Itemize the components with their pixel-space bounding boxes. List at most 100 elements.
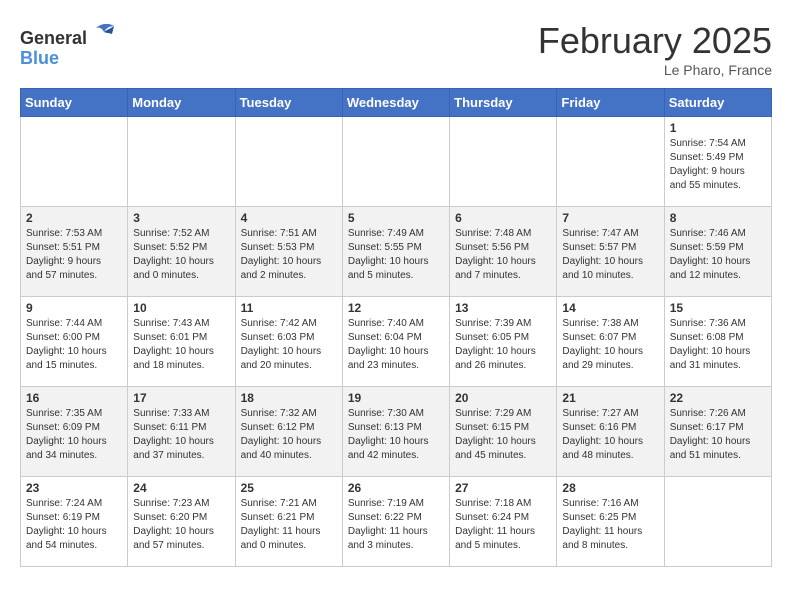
weekday-header-wednesday: Wednesday [342, 89, 449, 117]
day-number: 12 [348, 301, 444, 315]
day-number: 8 [670, 211, 766, 225]
day-info: Sunrise: 7:35 AM Sunset: 6:09 PM Dayligh… [26, 407, 122, 463]
calendar-cell: 20Sunrise: 7:29 AM Sunset: 6:15 PM Dayli… [450, 387, 557, 477]
calendar-cell: 11 Sunrise: 7:42 AM Sunset: 6:03 PM Dayli… [235, 297, 342, 387]
calendar-cell: 1 Sunrise: 7:54 AM Sunset: 5:49 PM Daylig… [664, 117, 771, 207]
day-number: 17 [133, 391, 229, 405]
day-info: Sunrise: 7:52 AM Sunset: 5:52 PM Dayligh… [133, 227, 229, 283]
calendar-cell: 28Sunrise: 7:16 AM Sunset: 6:25 PM Dayli… [557, 477, 664, 567]
day-info: Sunrise: 7:42 AM Sunset: 6:03 PM Dayligh… [241, 317, 337, 373]
calendar-cell [664, 477, 771, 567]
day-number: 5 [348, 211, 444, 225]
calendar-cell [21, 117, 128, 207]
title-area: February 2025 Le Pharo, France [538, 20, 772, 78]
weekday-header-tuesday: Tuesday [235, 89, 342, 117]
day-info: Sunrise: 7:32 AM Sunset: 6:12 PM Dayligh… [241, 407, 337, 463]
day-number: 6 [455, 211, 551, 225]
day-info: Sunrise: 7:53 AM Sunset: 5:51 PM Dayligh… [26, 227, 122, 283]
day-info: Sunrise: 7:40 AM Sunset: 6:04 PM Dayligh… [348, 317, 444, 373]
calendar-cell [235, 117, 342, 207]
calendar-week-row: 16 Sunrise: 7:35 AM Sunset: 6:09 PM Dayli… [21, 387, 772, 477]
calendar-cell: 27 Sunrise: 7:18 AM Sunset: 6:24 PM Dayli… [450, 477, 557, 567]
day-info: Sunrise: 7:18 AM Sunset: 6:24 PM Dayligh… [455, 497, 551, 553]
day-number: 15 [670, 301, 766, 315]
calendar-cell: 14Sunrise: 7:38 AM Sunset: 6:07 PM Dayli… [557, 297, 664, 387]
day-info: Sunrise: 7:39 AM Sunset: 6:05 PM Dayligh… [455, 317, 551, 373]
day-info: Sunrise: 7:29 AM Sunset: 6:15 PM Dayligh… [455, 407, 551, 463]
calendar-cell: 5 Sunrise: 7:49 AM Sunset: 5:55 PM Daylig… [342, 207, 449, 297]
day-info: Sunrise: 7:27 AM Sunset: 6:16 PM Dayligh… [562, 407, 658, 463]
day-number: 4 [241, 211, 337, 225]
weekday-header-row: SundayMondayTuesdayWednesdayThursdayFrid… [21, 89, 772, 117]
calendar-cell: 19 Sunrise: 7:30 AM Sunset: 6:13 PM Dayli… [342, 387, 449, 477]
day-number: 10 [133, 301, 229, 315]
weekday-header-thursday: Thursday [450, 89, 557, 117]
day-info: Sunrise: 7:49 AM Sunset: 5:55 PM Dayligh… [348, 227, 444, 283]
day-number: 28 [562, 481, 658, 495]
weekday-header-sunday: Sunday [21, 89, 128, 117]
calendar-table: SundayMondayTuesdayWednesdayThursdayFrid… [20, 88, 772, 567]
day-info: Sunrise: 7:24 AM Sunset: 6:19 PM Dayligh… [26, 497, 122, 553]
calendar-cell: 22 Sunrise: 7:26 AM Sunset: 6:17 PM Dayli… [664, 387, 771, 477]
day-info: Sunrise: 7:30 AM Sunset: 6:13 PM Dayligh… [348, 407, 444, 463]
day-number: 26 [348, 481, 444, 495]
day-number: 23 [26, 481, 122, 495]
calendar-cell: 15 Sunrise: 7:36 AM Sunset: 6:08 PM Dayli… [664, 297, 771, 387]
location-subtitle: Le Pharo, France [538, 62, 772, 78]
calendar-cell: 4 Sunrise: 7:51 AM Sunset: 5:53 PM Daylig… [235, 207, 342, 297]
day-number: 19 [348, 391, 444, 405]
calendar-cell: 2 Sunrise: 7:53 AM Sunset: 5:51 PM Daylig… [21, 207, 128, 297]
weekday-header-friday: Friday [557, 89, 664, 117]
page-header: General Blue February 2025 Le Pharo, Fra… [20, 20, 772, 78]
day-number: 11 [241, 301, 337, 315]
calendar-cell: 26 Sunrise: 7:19 AM Sunset: 6:22 PM Dayli… [342, 477, 449, 567]
day-info: Sunrise: 7:26 AM Sunset: 6:17 PM Dayligh… [670, 407, 766, 463]
day-number: 7 [562, 211, 658, 225]
day-info: Sunrise: 7:19 AM Sunset: 6:22 PM Dayligh… [348, 497, 444, 553]
day-info: Sunrise: 7:48 AM Sunset: 5:56 PM Dayligh… [455, 227, 551, 283]
logo-general: General [20, 28, 87, 48]
logo: General Blue [20, 20, 118, 69]
day-info: Sunrise: 7:21 AM Sunset: 6:21 PM Dayligh… [241, 497, 337, 553]
weekday-header-saturday: Saturday [664, 89, 771, 117]
day-info: Sunrise: 7:47 AM Sunset: 5:57 PM Dayligh… [562, 227, 658, 283]
calendar-cell: 13 Sunrise: 7:39 AM Sunset: 6:05 PM Dayli… [450, 297, 557, 387]
calendar-cell: 25Sunrise: 7:21 AM Sunset: 6:21 PM Dayli… [235, 477, 342, 567]
day-number: 24 [133, 481, 229, 495]
calendar-week-row: 2 Sunrise: 7:53 AM Sunset: 5:51 PM Daylig… [21, 207, 772, 297]
day-number: 22 [670, 391, 766, 405]
day-number: 18 [241, 391, 337, 405]
calendar-cell [557, 117, 664, 207]
calendar-cell: 9 Sunrise: 7:44 AM Sunset: 6:00 PM Daylig… [21, 297, 128, 387]
calendar-cell [450, 117, 557, 207]
calendar-cell [128, 117, 235, 207]
day-info: Sunrise: 7:51 AM Sunset: 5:53 PM Dayligh… [241, 227, 337, 283]
calendar-cell: 3 Sunrise: 7:52 AM Sunset: 5:52 PM Daylig… [128, 207, 235, 297]
day-number: 1 [670, 121, 766, 135]
calendar-cell: 6 Sunrise: 7:48 AM Sunset: 5:56 PM Daylig… [450, 207, 557, 297]
day-number: 27 [455, 481, 551, 495]
logo-blue: Blue [20, 48, 59, 68]
day-info: Sunrise: 7:44 AM Sunset: 6:00 PM Dayligh… [26, 317, 122, 373]
day-info: Sunrise: 7:46 AM Sunset: 5:59 PM Dayligh… [670, 227, 766, 283]
day-info: Sunrise: 7:23 AM Sunset: 6:20 PM Dayligh… [133, 497, 229, 553]
day-number: 9 [26, 301, 122, 315]
day-number: 2 [26, 211, 122, 225]
month-title: February 2025 [538, 20, 772, 62]
day-info: Sunrise: 7:54 AM Sunset: 5:49 PM Dayligh… [670, 137, 766, 193]
calendar-cell: 7 Sunrise: 7:47 AM Sunset: 5:57 PM Daylig… [557, 207, 664, 297]
calendar-cell: 12 Sunrise: 7:40 AM Sunset: 6:04 PM Dayli… [342, 297, 449, 387]
calendar-week-row: 1 Sunrise: 7:54 AM Sunset: 5:49 PM Daylig… [21, 117, 772, 207]
calendar-cell: 16 Sunrise: 7:35 AM Sunset: 6:09 PM Dayli… [21, 387, 128, 477]
calendar-week-row: 23 Sunrise: 7:24 AM Sunset: 6:19 PM Dayli… [21, 477, 772, 567]
day-number: 21 [562, 391, 658, 405]
calendar-cell: 24 Sunrise: 7:23 AM Sunset: 6:20 PM Dayli… [128, 477, 235, 567]
day-number: 3 [133, 211, 229, 225]
day-info: Sunrise: 7:36 AM Sunset: 6:08 PM Dayligh… [670, 317, 766, 373]
weekday-header-monday: Monday [128, 89, 235, 117]
calendar-cell [342, 117, 449, 207]
day-number: 16 [26, 391, 122, 405]
calendar-cell: 23 Sunrise: 7:24 AM Sunset: 6:19 PM Dayli… [21, 477, 128, 567]
calendar-week-row: 9 Sunrise: 7:44 AM Sunset: 6:00 PM Daylig… [21, 297, 772, 387]
day-number: 13 [455, 301, 551, 315]
